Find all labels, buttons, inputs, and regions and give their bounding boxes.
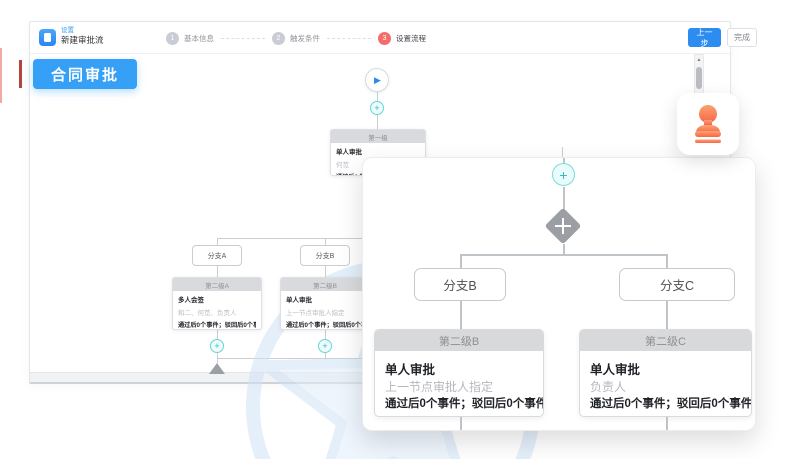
step-3-label: 设置流程	[396, 33, 426, 44]
plus-icon: +	[214, 341, 219, 351]
connector	[460, 254, 462, 268]
connector	[325, 238, 326, 245]
connector	[460, 301, 462, 329]
window-header: 设置 新建审批流 1 基本信息 2 触发条件 3 设置流程 上一步	[30, 22, 730, 54]
card-title: 第二级C	[580, 330, 751, 351]
wizard-steps: 1 基本信息 2 触发条件 3 设置流程	[166, 22, 426, 54]
plus-icon	[550, 213, 576, 239]
step-divider	[221, 38, 265, 39]
step-3-dot: 3	[378, 32, 391, 45]
step-1-dot: 1	[166, 32, 179, 45]
step-1-label: 基本信息	[184, 33, 214, 44]
finish-button[interactable]: 完成	[727, 28, 757, 47]
page-title: 新建审批流	[61, 36, 104, 45]
connector	[377, 115, 378, 129]
approval-type: 单人审批	[590, 359, 741, 378]
connector	[217, 238, 218, 245]
branch-b-node[interactable]: 分支B	[414, 268, 506, 301]
connector	[562, 147, 563, 157]
events-summary: 通过后0个事件；驳回后0个事件	[590, 395, 741, 411]
connector	[217, 266, 218, 277]
approval-type: 多人会签	[178, 294, 256, 304]
condition-gateway-node[interactable]	[545, 208, 582, 245]
connector	[460, 417, 462, 431]
card-title: 第二级B	[375, 330, 543, 351]
add-node-button[interactable]: +	[318, 339, 332, 353]
step-2-dot: 2	[272, 32, 285, 45]
level2b-approval-card[interactable]: 第二级B 单人审批 上一节点审批人指定 通过后0个事件；驳回后0个事件	[374, 329, 544, 417]
plus-icon: +	[559, 167, 567, 183]
stamp-icon	[690, 104, 726, 144]
step-divider	[327, 38, 371, 39]
add-node-button[interactable]: +	[210, 339, 224, 353]
branch-b-node[interactable]: 分支B	[300, 245, 350, 266]
play-icon: ▶	[374, 76, 381, 85]
app-title-block: 设置 新建审批流	[61, 27, 104, 45]
connector	[666, 301, 668, 329]
scroll-up-icon[interactable]: ▲	[695, 55, 703, 65]
assignee: 和二、何苋、负责人	[178, 307, 256, 317]
plus-icon: +	[374, 103, 379, 113]
app-label: 设置	[61, 27, 104, 34]
card-title: 第二级A	[173, 278, 261, 291]
step-basic-info[interactable]: 1 基本信息	[166, 32, 214, 45]
branch-a-node[interactable]: 分支A	[192, 245, 242, 266]
document-icon	[39, 29, 56, 46]
add-node-button[interactable]: +	[552, 163, 575, 186]
page: 设置 新建审批流 1 基本信息 2 触发条件 3 设置流程 上一步	[0, 0, 792, 459]
contract-approval-badge: 合同审批	[33, 59, 137, 89]
merge-triangle-icon	[209, 363, 225, 374]
red-accent-strip	[19, 60, 22, 88]
left-edge-accent	[0, 48, 2, 103]
connector	[563, 244, 565, 254]
approval-type: 单人审批	[336, 146, 420, 156]
zoom-detail-panel: + 分支B 分支C 第二级B 单人审批 上一节点审批人指定 通过后0个事件；驳回…	[362, 157, 756, 431]
branch-c-node[interactable]: 分支C	[619, 268, 735, 301]
start-node[interactable]: ▶	[365, 68, 389, 92]
events-summary: 通过后0个事件；驳回后0个事件	[178, 320, 256, 329]
connector	[666, 254, 668, 268]
add-node-button[interactable]: +	[370, 101, 384, 115]
assignee: 负责人	[590, 378, 741, 395]
stamp-card[interactable]	[677, 93, 739, 155]
plus-icon: +	[322, 341, 327, 351]
connector	[460, 254, 667, 256]
events-summary: 通过后0个事件；驳回后0个事件	[385, 395, 533, 411]
connector	[217, 238, 378, 239]
level2a-approval-card[interactable]: 第二级A 多人会签 和二、何苋、负责人 通过后0个事件；驳回后0个事件	[172, 277, 262, 330]
card-title: 第一级	[331, 130, 425, 143]
step-2-label: 触发条件	[290, 33, 320, 44]
assignee: 上一节点审批人指定	[385, 378, 533, 395]
connector	[666, 417, 668, 431]
connector	[563, 187, 565, 210]
step-set-flow[interactable]: 3 设置流程	[378, 32, 426, 45]
step-trigger-condition[interactable]: 2 触发条件	[272, 32, 320, 45]
level2b-approval-card[interactable]: 第二级B 单人审批 上一节点审批人指定 通过后0个事件；驳回后0个事件	[280, 277, 370, 330]
connector	[217, 330, 218, 339]
approval-type: 单人审批	[286, 294, 364, 304]
previous-step-button[interactable]: 上一步	[688, 28, 721, 47]
scrollbar-thumb[interactable]	[696, 67, 702, 89]
vertical-scrollbar[interactable]: ▲	[694, 54, 704, 95]
card-title: 第二级B	[281, 278, 369, 291]
assignee: 上一节点审批人指定	[286, 307, 364, 317]
events-summary: 通过后0个事件；驳回后0个事件	[286, 320, 364, 329]
approval-type: 单人审批	[385, 359, 533, 378]
level2c-approval-card[interactable]: 第二级C 单人审批 负责人 通过后0个事件；驳回后0个事件	[579, 329, 752, 417]
